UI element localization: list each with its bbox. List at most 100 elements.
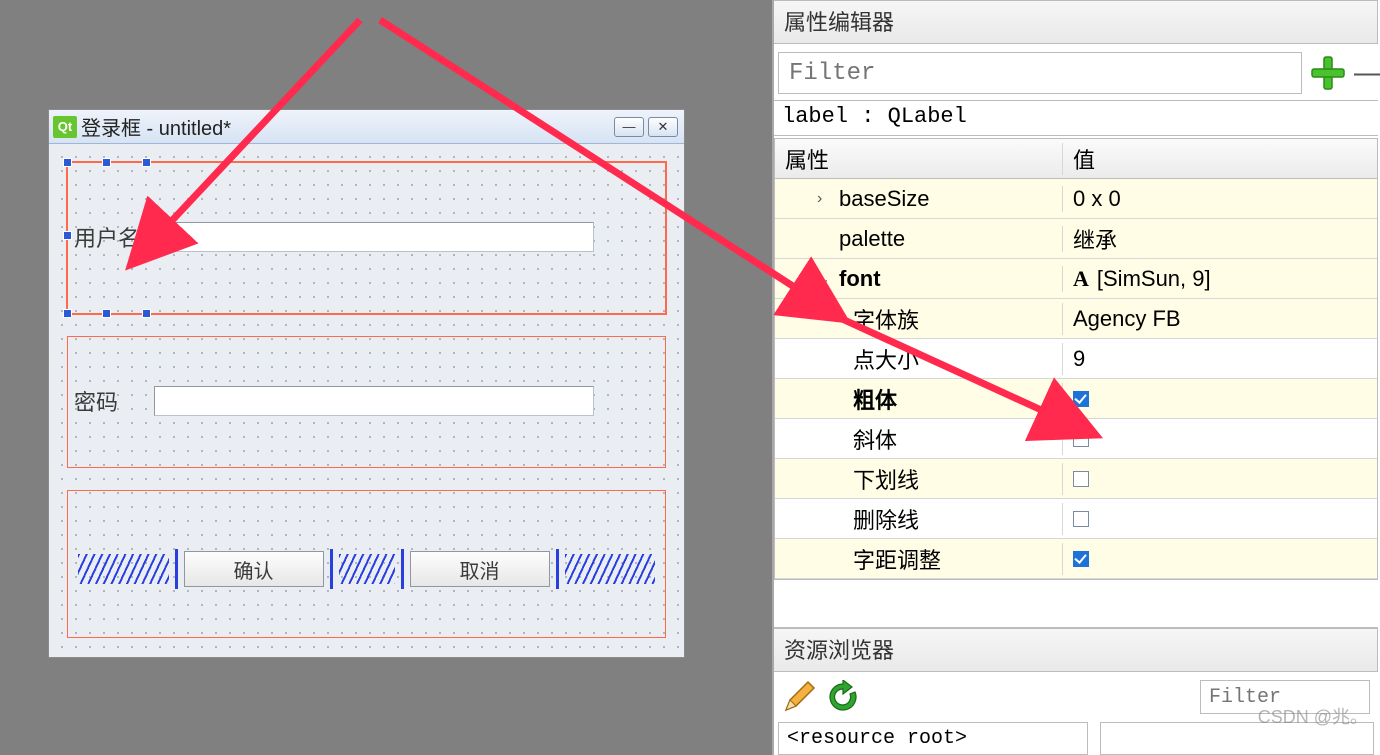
property-table-header: 属性 值 <box>775 139 1377 179</box>
preview-window: Qt 登录框 - untitled* — ✕ 用户名 <box>48 109 685 658</box>
form-client-area[interactable]: 用户名 密码 确认 取消 <box>49 144 684 657</box>
property-editor-header: 属性编辑器 <box>774 0 1378 44</box>
resource-browser-pane: 资源浏览器 <resource root> <box>774 627 1378 755</box>
add-property-button[interactable] <box>1308 53 1348 93</box>
property-name-cell[interactable]: 字距调整 <box>775 543 1063 575</box>
property-value-cell[interactable]: 继承 <box>1063 223 1377 255</box>
property-value-cell[interactable]: A [SimSun, 9] <box>1063 266 1377 292</box>
layout-separator <box>330 549 333 589</box>
checkbox[interactable] <box>1073 511 1089 527</box>
property-name-cell[interactable]: 删除线 <box>775 503 1063 535</box>
property-row[interactable]: palette 继承 <box>775 219 1377 259</box>
minimize-icon: — <box>623 119 636 134</box>
property-name-cell[interactable]: ⌄ font <box>775 266 1063 292</box>
property-value-cell[interactable]: 0 x 0 <box>1063 186 1377 212</box>
plus-icon <box>1310 55 1346 91</box>
window-titlebar: Qt 登录框 - untitled* — ✕ <box>49 110 684 144</box>
qt-logo-icon: Qt <box>53 116 77 138</box>
column-header-name[interactable]: 属性 <box>775 143 1063 175</box>
remove-property-button[interactable]: — <box>1354 56 1374 90</box>
property-value: [SimSun, 9] <box>1097 266 1211 292</box>
spacer-icon[interactable] <box>78 554 169 584</box>
checkbox[interactable] <box>1073 391 1089 407</box>
reload-resources-button[interactable] <box>826 680 860 714</box>
property-value-cell[interactable] <box>1063 471 1377 487</box>
property-row[interactable]: 下划线 <box>775 459 1377 499</box>
property-name-cell[interactable]: 下划线 <box>775 463 1063 495</box>
layout-separator <box>175 549 178 589</box>
chevron-down-icon[interactable]: ⌄ <box>817 269 833 289</box>
selection-handle[interactable] <box>142 158 151 167</box>
property-row[interactable]: 斜体 <box>775 419 1377 459</box>
username-input[interactable] <box>154 222 594 252</box>
property-table: 属性 值 › baseSize 0 x 0 palette 继承 ⌄ font A [SimSu… <box>774 138 1378 580</box>
property-name-cell[interactable]: 字体族 <box>775 303 1063 335</box>
spacer-icon[interactable] <box>565 554 656 584</box>
property-name-cell[interactable]: › baseSize <box>775 186 1063 212</box>
property-value-cell[interactable]: Agency FB <box>1063 306 1377 332</box>
layout-group-username[interactable]: 用户名 <box>67 162 666 314</box>
layout-separator <box>401 549 404 589</box>
selection-handle[interactable] <box>63 158 72 167</box>
property-filter-input[interactable] <box>778 52 1302 94</box>
property-name: 点大小 <box>853 343 919 375</box>
property-value: 继承 <box>1073 223 1117 255</box>
selection-handle[interactable] <box>63 231 72 240</box>
layout-group-password[interactable]: 密码 <box>67 336 666 468</box>
property-name: 粗体 <box>853 383 897 415</box>
selection-handle[interactable] <box>63 309 72 318</box>
property-value-cell[interactable] <box>1063 551 1377 567</box>
property-name-cell[interactable]: 斜体 <box>775 423 1063 455</box>
font-icon: A <box>1073 266 1089 292</box>
edit-resources-button[interactable] <box>782 680 816 714</box>
close-icon: ✕ <box>658 119 669 135</box>
chevron-right-icon[interactable]: › <box>817 190 833 208</box>
property-value: Agency FB <box>1073 306 1181 332</box>
property-row[interactable]: ⌄ font A [SimSun, 9] <box>775 259 1377 299</box>
close-button[interactable]: ✕ <box>648 117 678 137</box>
property-name: palette <box>839 226 905 252</box>
property-value-cell[interactable] <box>1063 511 1377 527</box>
layout-group-buttons[interactable]: 确认 取消 <box>67 490 666 638</box>
property-row[interactable]: 字体族 Agency FB <box>775 299 1377 339</box>
property-name: 删除线 <box>853 503 919 535</box>
minimize-button[interactable]: — <box>614 117 644 137</box>
cancel-button[interactable]: 取消 <box>410 551 550 587</box>
property-name: 斜体 <box>853 423 897 455</box>
resource-tree-root[interactable]: <resource root> <box>778 722 1088 755</box>
checkbox[interactable] <box>1073 551 1089 567</box>
selection-handle[interactable] <box>102 309 111 318</box>
checkbox[interactable] <box>1073 471 1089 487</box>
property-name-cell[interactable]: 点大小 <box>775 343 1063 375</box>
property-value: 9 <box>1073 346 1085 372</box>
property-row[interactable]: 字距调整 <box>775 539 1377 579</box>
watermark-text: CSDN @兆。 <box>1258 703 1368 729</box>
selection-handle[interactable] <box>142 309 151 318</box>
property-row[interactable]: 删除线 <box>775 499 1377 539</box>
spacer-icon[interactable] <box>339 554 395 584</box>
resource-browser-header: 资源浏览器 <box>774 628 1378 672</box>
property-value-cell[interactable] <box>1063 391 1377 407</box>
property-name: baseSize <box>839 186 930 212</box>
checkbox[interactable] <box>1073 431 1089 447</box>
username-label[interactable]: 用户名 <box>74 221 154 253</box>
column-header-value[interactable]: 值 <box>1063 143 1377 175</box>
layout-separator <box>556 549 559 589</box>
property-name: font <box>839 266 881 292</box>
property-row[interactable]: 粗体 <box>775 379 1377 419</box>
password-label[interactable]: 密码 <box>74 385 154 417</box>
property-row[interactable]: › baseSize 0 x 0 <box>775 179 1377 219</box>
selection-handle[interactable] <box>102 158 111 167</box>
property-value-cell[interactable]: 9 <box>1063 346 1377 372</box>
window-title: 登录框 - untitled* <box>81 112 610 141</box>
property-name: 字体族 <box>853 303 919 335</box>
property-name-cell[interactable]: palette <box>775 226 1063 252</box>
property-row[interactable]: 点大小 9 <box>775 339 1377 379</box>
ok-button[interactable]: 确认 <box>184 551 324 587</box>
property-name: 下划线 <box>853 463 919 495</box>
side-panels: 属性编辑器 — label : QLabel 属性 值 ›baseSize0 x… <box>772 0 1380 755</box>
property-name-cell[interactable]: 粗体 <box>775 383 1063 415</box>
password-input[interactable] <box>154 386 594 416</box>
design-canvas-background: Qt 登录框 - untitled* — ✕ 用户名 <box>0 0 772 755</box>
property-value-cell[interactable] <box>1063 431 1377 447</box>
